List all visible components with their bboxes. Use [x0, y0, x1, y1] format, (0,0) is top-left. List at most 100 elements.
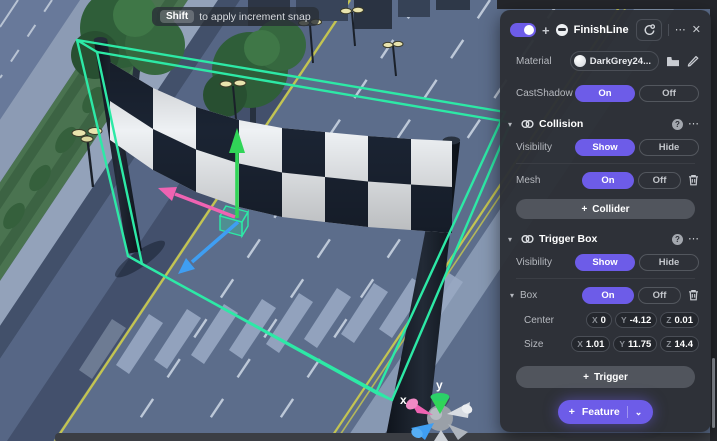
size-y-value: 11.75 [628, 339, 651, 350]
material-picker[interactable]: DarkGrey24... [570, 51, 659, 71]
size-z-value: 14.4 [675, 339, 694, 350]
collision-title: Collision [539, 118, 667, 130]
trigger-box-icon [521, 234, 534, 244]
center-y-field[interactable]: Y -4.12 [615, 312, 657, 328]
visibility-label: Visibility [516, 257, 575, 268]
enable-toggle[interactable] [510, 23, 536, 37]
box-off-button[interactable]: Off [638, 287, 681, 304]
add-collider-button[interactable]: + Collider [516, 199, 695, 219]
size-y-field[interactable]: Y 11.75 [613, 336, 657, 352]
center-z-field[interactable]: Z 0.01 [660, 312, 699, 328]
more-options-icon[interactable]: ⋯ [675, 25, 686, 36]
collision-show-button[interactable]: Show [575, 139, 635, 156]
gizmo-label-x: x [400, 393, 407, 407]
collapse-caret-icon[interactable]: ▾ [508, 120, 516, 129]
scrollbar-thumb[interactable] [712, 358, 715, 428]
help-icon[interactable]: ? [672, 119, 683, 130]
node-graph-icon [643, 24, 655, 36]
mesh-delete-button[interactable] [688, 174, 699, 186]
trigger-box-section: ▾ Trigger Box ? ⋯ Visibility Show Hide ▾… [500, 227, 711, 390]
collision-visibility-row: Visibility Show Hide [500, 134, 711, 160]
trash-icon [688, 289, 699, 301]
mesh-on-button[interactable]: On [582, 172, 634, 189]
folder-icon[interactable] [666, 56, 680, 67]
plus-icon: + [583, 372, 589, 383]
add-trigger-button[interactable]: + Trigger [516, 366, 695, 388]
axis-y-label: Y [621, 315, 627, 325]
axis-z-label: Z [666, 315, 671, 325]
box-delete-button[interactable] [688, 289, 699, 301]
add-collider-label: Collider [592, 204, 629, 215]
row-divider [516, 163, 695, 164]
axis-y-label: Y [619, 339, 625, 349]
size-label: Size [524, 339, 571, 350]
feature-button-divider [627, 406, 628, 418]
snap-tooltip-text: to apply increment snap [199, 11, 310, 23]
center-x-field[interactable]: X 0 [586, 312, 612, 328]
shift-key-badge: Shift [160, 10, 194, 23]
add-feature-button[interactable]: + Feature ⌄ [558, 400, 654, 424]
trigger-show-button[interactable]: Show [575, 254, 635, 271]
visibility-label: Visibility [516, 142, 575, 153]
edit-pencil-icon[interactable] [687, 55, 699, 67]
gizmo-cube[interactable] [220, 206, 248, 236]
cast-shadow-off-button[interactable]: Off [639, 85, 699, 102]
cast-shadow-on-button[interactable]: On [575, 85, 635, 102]
row-divider [516, 278, 695, 279]
size-row: Size X 1.01 Y 11.75 Z 14.4 [500, 332, 711, 356]
cast-shadow-label: CastShadow [516, 88, 575, 99]
size-x-field[interactable]: X 1.01 [571, 336, 610, 352]
center-label: Center [524, 315, 586, 326]
window-top-strip [497, 0, 717, 9]
trigger-hide-button[interactable]: Hide [639, 254, 699, 271]
center-z-value: 0.01 [675, 315, 694, 326]
collision-section: ▾ Collision ? ⋯ Visibility Show Hide Mes… [500, 112, 711, 221]
axis-x-label: X [592, 315, 598, 325]
panel-title: FinishLine [574, 24, 630, 36]
collapse-caret-icon[interactable]: ▾ [510, 291, 518, 300]
collision-header[interactable]: ▾ Collision ? ⋯ [500, 114, 711, 134]
collision-hide-button[interactable]: Hide [639, 139, 699, 156]
trigger-box-header[interactable]: ▾ Trigger Box ? ⋯ [500, 229, 711, 249]
help-icon[interactable]: ? [672, 234, 683, 245]
box-row: ▾ Box On Off [500, 282, 711, 308]
collapse-caret-icon[interactable]: ▾ [508, 235, 516, 244]
object-icon [556, 24, 568, 36]
box-label: Box [520, 290, 582, 301]
cast-shadow-row: CastShadow On Off [500, 80, 711, 106]
trigger-box-more-icon[interactable]: ⋯ [688, 234, 699, 245]
trash-icon [688, 174, 699, 186]
add-trigger-label: Trigger [594, 372, 628, 383]
toggle-knob [524, 25, 534, 35]
axis-z-label: Z [666, 339, 671, 349]
trigger-box-title: Trigger Box [539, 233, 667, 245]
material-name: DarkGrey24... [590, 56, 651, 67]
center-row: Center X 0 Y -4.12 Z 0.01 [500, 308, 711, 332]
add-icon[interactable]: + [542, 24, 550, 37]
size-x-value: 1.01 [586, 339, 605, 350]
properties-panel: + FinishLine ⋯ ✕ Material DarkGrey24... [500, 10, 711, 432]
panel-header: + FinishLine ⋯ ✕ [500, 10, 711, 48]
chevron-down-icon[interactable]: ⌄ [635, 407, 643, 418]
plus-icon: + [569, 406, 575, 418]
collision-more-icon[interactable]: ⋯ [688, 119, 699, 130]
snap-tooltip: Shift to apply increment snap [152, 7, 319, 26]
plus-icon: + [581, 204, 587, 215]
center-y-value: -4.12 [630, 315, 652, 326]
gizmo-label-y: y [436, 378, 443, 392]
material-swatch [574, 55, 586, 67]
material-label: Material [516, 56, 570, 67]
mesh-label: Mesh [516, 175, 582, 186]
node-graph-button[interactable] [636, 19, 662, 41]
header-divider [668, 24, 669, 36]
close-icon[interactable]: ✕ [692, 25, 701, 36]
collision-icon [521, 119, 534, 129]
center-x-value: 0 [601, 315, 606, 326]
trigger-visibility-row: Visibility Show Hide [500, 249, 711, 275]
mesh-off-button[interactable]: Off [638, 172, 681, 189]
axis-x-label: X [577, 339, 583, 349]
size-z-field[interactable]: Z 14.4 [660, 336, 699, 352]
mesh-row: Mesh On Off [500, 167, 711, 193]
material-row: Material DarkGrey24... [500, 48, 711, 74]
box-on-button[interactable]: On [582, 287, 634, 304]
